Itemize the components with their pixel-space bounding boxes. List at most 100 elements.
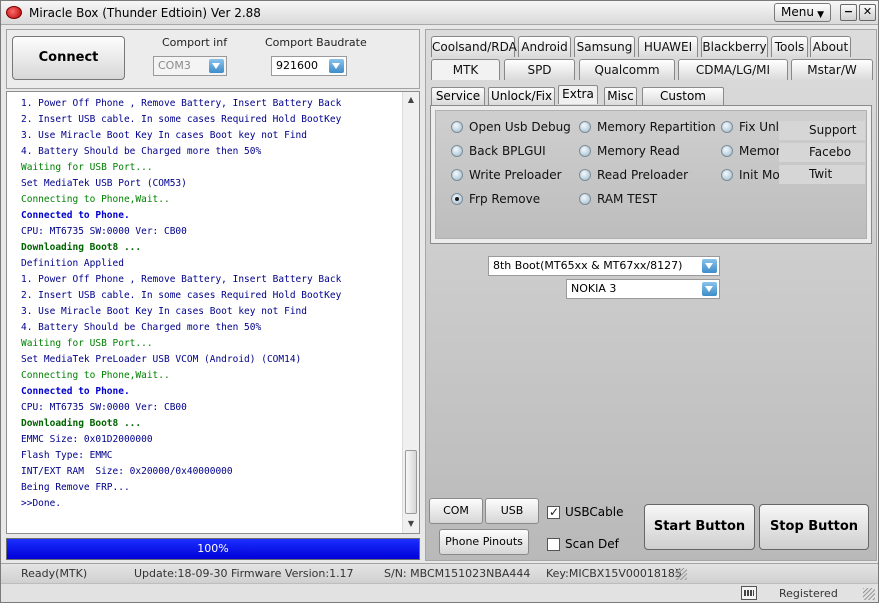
radio-icon[interactable] [579, 121, 591, 133]
tab-android[interactable]: Android [518, 36, 571, 57]
subtab-custom-setting[interactable]: Custom Setting [642, 87, 724, 120]
radio-icon[interactable] [451, 193, 463, 205]
tab-tools[interactable]: Tools [771, 36, 808, 57]
log-line: CPU: MT6735 SW:0000 Ver: CB00 [21, 402, 187, 413]
menu-button[interactable]: Menu ▼ [774, 3, 831, 22]
resize-grip-icon [863, 588, 875, 600]
boot-select[interactable]: 8th Boot(MT65xx & MT67xx/8127) [488, 256, 720, 276]
log-lines: 1. Power Off Phone , Remove Battery, Ins… [21, 96, 401, 512]
option-init-mo[interactable]: Init Mo [721, 167, 780, 183]
link-twit[interactable]: Twit [779, 165, 865, 184]
tab-samsung[interactable]: Samsung [574, 36, 635, 57]
bottom-strip: Registered [1, 583, 878, 602]
tab-cdma-lg-mi[interactable]: CDMA/LG/MI [678, 59, 788, 80]
scroll-thumb[interactable] [405, 450, 417, 514]
comport-value: COM3 [158, 59, 191, 72]
option-write-preloader[interactable]: Write Preloader [451, 167, 562, 183]
scan-def-checkbox[interactable]: Scan Def [547, 537, 619, 551]
status-serial: S/N: MBCM151023NBA444 [384, 567, 531, 580]
subtab-unlock-fix[interactable]: Unlock/Fix [488, 87, 555, 105]
log-line: EMMC Size: 0x01D2000000 [21, 434, 153, 445]
start-button[interactable]: Start Button [644, 504, 755, 550]
usb-cable-label: USBCable [565, 505, 624, 519]
option-memor[interactable]: Memor [721, 143, 781, 159]
radio-icon[interactable] [579, 193, 591, 205]
log-line: 3. Use Miracle Boot Key In cases Boot ke… [21, 306, 307, 317]
option-frp-remove[interactable]: Frp Remove [451, 191, 540, 207]
log-line: Connecting to Phone,Wait.. [21, 370, 170, 381]
radio-icon[interactable] [451, 169, 463, 181]
phone-pinouts-button[interactable]: Phone Pinouts [439, 529, 529, 555]
radio-icon[interactable] [721, 121, 733, 133]
scroll-down-icon[interactable]: ▼ [406, 519, 416, 529]
log-line: Flash Type: EMMC [21, 450, 113, 461]
option-ram-test[interactable]: RAM TEST [579, 191, 657, 207]
log-line: Definition Applied [21, 258, 124, 269]
log-line: 1. Power Off Phone , Remove Battery, Ins… [21, 274, 342, 285]
link-facebo[interactable]: Facebo [779, 143, 865, 162]
dropdown-arrow-icon [329, 59, 344, 73]
log-line: 4. Battery Should be Charged more then 5… [21, 322, 262, 333]
subtab-misc[interactable]: Misc [604, 87, 637, 105]
baud-select[interactable]: 921600 [271, 56, 347, 76]
comport-select[interactable]: COM3 [153, 56, 227, 76]
log-scrollbar[interactable]: ▲ ▼ [402, 92, 419, 533]
tab-qualcomm[interactable]: Qualcomm [579, 59, 675, 80]
minimize-button[interactable]: − [840, 4, 857, 21]
tab-spd[interactable]: SPD [504, 59, 575, 80]
stop-button[interactable]: Stop Button [759, 504, 869, 550]
scroll-up-icon[interactable]: ▲ [406, 95, 416, 105]
log-line: INT/EXT RAM Size: 0x20000/0x40000000 [21, 466, 233, 477]
subtab-service[interactable]: Service [431, 87, 485, 105]
radio-icon[interactable] [451, 145, 463, 157]
com-scan-button[interactable]: COM Scan [429, 498, 483, 541]
tab-mtk[interactable]: MTK [431, 59, 500, 80]
menu-caret-icon: ▼ [817, 10, 824, 20]
radio-icon[interactable] [451, 121, 463, 133]
option-memory-read[interactable]: Memory Read [579, 143, 680, 159]
usb-scan-button[interactable]: USB Scan [485, 498, 539, 541]
option-open-usb-debug[interactable]: Open Usb Debug [451, 119, 571, 135]
option-label: Back BPLGUI [469, 144, 546, 158]
tab-about[interactable]: About [810, 36, 851, 57]
app-logo-icon [6, 6, 22, 19]
link-support[interactable]: Support [779, 121, 865, 140]
radio-icon[interactable] [721, 145, 733, 157]
log-line: 2. Insert USB cable. In some cases Requi… [21, 114, 342, 125]
connect-button[interactable]: Connect Button [12, 36, 125, 107]
log-line: Set MediaTek USB Port (COM53) [21, 178, 187, 189]
option-fix-unl[interactable]: Fix Unl [721, 119, 779, 135]
progress-text: 100% [197, 542, 229, 555]
tab-mstar-w[interactable]: Mstar/W [791, 59, 873, 80]
title-bar: Miracle Box (Thunder Edtioin) Ver 2.88 M… [1, 1, 878, 25]
usb-cable-checkbox[interactable]: USBCable [547, 505, 624, 519]
log-line: Connecting to Phone,Wait.. [21, 194, 170, 205]
option-memory-repartition[interactable]: Memory Repartition [579, 119, 716, 135]
option-back-bplgui[interactable]: Back BPLGUI [451, 143, 546, 159]
close-button[interactable]: ✕ [859, 4, 876, 21]
usb-cable-box[interactable] [547, 505, 560, 519]
option-label: Memory Repartition [597, 120, 716, 134]
log-line: Being Remove FRP... [21, 482, 130, 493]
baud-value: 921600 [276, 59, 318, 72]
log-line: Waiting for USB Port... [21, 338, 153, 349]
tab-coolsand-rda[interactable]: Coolsand/RDA [431, 36, 517, 57]
radio-icon[interactable] [579, 169, 591, 181]
tab-huawei[interactable]: HUAWEI [638, 36, 698, 57]
log-line: Connected to Phone. [21, 386, 130, 397]
option-label: Init Mo [739, 168, 780, 182]
subtab-extra[interactable]: Extra [558, 85, 598, 104]
option-read-preloader[interactable]: Read Preloader [579, 167, 688, 183]
model-select[interactable]: NOKIA 3 [566, 279, 720, 299]
log-output[interactable]: 1. Power Off Phone , Remove Battery, Ins… [6, 91, 420, 534]
scan-def-box[interactable] [547, 538, 560, 551]
dropdown-arrow-icon [209, 59, 224, 73]
miracle-box-window: Miracle Box (Thunder Edtioin) Ver 2.88 M… [0, 0, 879, 603]
option-label: Open Usb Debug [469, 120, 571, 134]
option-label: Frp Remove [469, 192, 541, 206]
status-key: Key:MICBX15V00018185 [546, 567, 682, 580]
radio-icon[interactable] [579, 145, 591, 157]
radio-icon[interactable] [721, 169, 733, 181]
keyboard-icon [741, 586, 757, 600]
tab-blackberry[interactable]: Blackberry [701, 36, 768, 57]
